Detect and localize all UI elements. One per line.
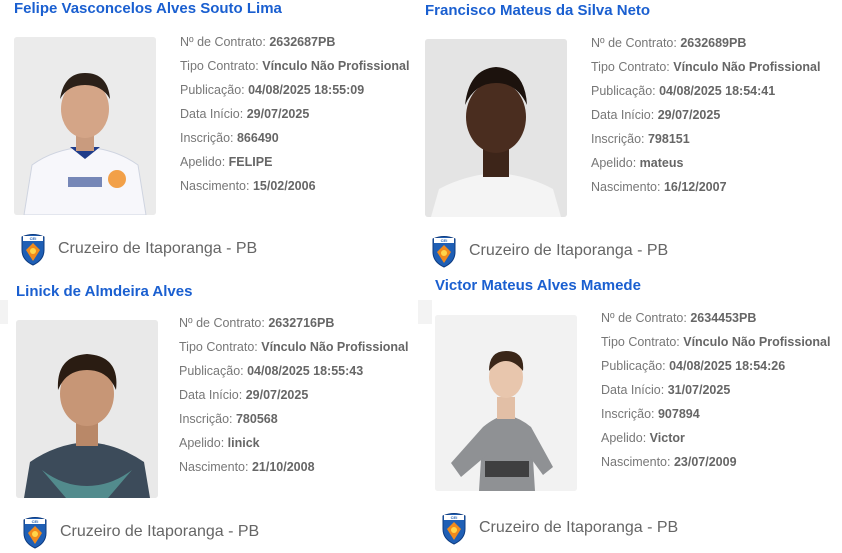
birthdate-value: 21/10/2008 [251,460,315,474]
contract-type-value: Vínculo Não Profissional [673,60,821,74]
registration-label: Inscrição: [179,412,233,426]
nickname-label: Apelido: [591,156,637,170]
publication-value: 04/08/2025 18:55:43 [247,364,364,378]
publication-value: 04/08/2025 18:54:26 [669,359,786,373]
birthdate-value: 15/02/2006 [252,179,316,193]
athlete-photo [14,37,156,215]
athlete-card: Felipe Vasconcelos Alves Souto Lima Nº d… [14,0,434,270]
contract-type-value: Vínculo Não Profissional [262,59,410,73]
athlete-details: Nº de Contrato: 2632687PB Tipo Contrato:… [180,30,409,198]
athlete-details: Nº de Contrato: 2632716PB Tipo Contrato:… [179,311,408,479]
nickname-label: Apelido: [601,431,647,445]
contract-value: 2632689PB [680,36,747,50]
contract-type-label: Tipo Contrato: [180,59,259,73]
athlete-card: Victor Mateus Alves Mamede Nº de Contrat… [435,277,842,547]
nickname-label: Apelido: [179,436,225,450]
birthdate-label: Nascimento: [179,460,249,474]
contract-value: 2634453PB [690,311,757,325]
club-crest-icon [22,515,48,549]
birthdate-label: Nascimento: [601,455,671,469]
start-date-value: 29/07/2025 [657,108,721,122]
athlete-details: Nº de Contrato: 2632689PB Tipo Contrato:… [591,31,820,199]
contract-type-value: Vínculo Não Profissional [683,335,831,349]
contract-value: 2632687PB [269,35,336,49]
nickname-value: mateus [639,156,684,170]
start-date-label: Data Início: [601,383,665,397]
nickname-label: Apelido: [180,155,226,169]
club-link[interactable]: Cruzeiro de Itaporanga - PB [20,232,257,266]
contract-type-label: Tipo Contrato: [179,340,258,354]
athlete-name-link[interactable]: Francisco Mateus da Silva Neto [425,2,650,19]
contract-type-label: Tipo Contrato: [591,60,670,74]
club-name: Cruzeiro de Itaporanga - PB [58,240,258,257]
publication-value: 04/08/2025 18:54:41 [659,84,776,98]
club-name: Cruzeiro de Itaporanga - PB [469,242,669,259]
registration-value: 907894 [657,407,700,421]
registration-label: Inscrição: [591,132,645,146]
start-date-label: Data Início: [591,108,655,122]
club-link[interactable]: Cruzeiro de Itaporanga - PB [441,511,678,545]
nickname-value: Victor [649,431,685,445]
start-date-value: 29/07/2025 [245,388,309,402]
publication-label: Publicação: [591,84,656,98]
contract-type-value: Vínculo Não Profissional [261,340,409,354]
club-name: Cruzeiro de Itaporanga - PB [479,519,679,536]
start-date-value: 31/07/2025 [667,383,731,397]
athlete-photo [435,315,577,491]
registration-value: 798151 [647,132,690,146]
contract-label: Nº de Contrato: [591,36,677,50]
club-crest-icon [431,234,457,268]
club-link[interactable]: Cruzeiro de Itaporanga - PB [22,515,259,549]
registration-value: 866490 [236,131,279,145]
birthdate-label: Nascimento: [591,180,661,194]
start-date-value: 29/07/2025 [246,107,310,121]
birthdate-label: Nascimento: [180,179,250,193]
publication-label: Publicação: [601,359,666,373]
club-name: Cruzeiro de Itaporanga - PB [60,523,260,540]
start-date-label: Data Início: [179,388,243,402]
nickname-value: FELIPE [228,155,273,169]
athlete-card: Linick de Almdeira Alves Nº de Contrato:… [16,283,436,553]
contract-value: 2632716PB [268,316,335,330]
registration-label: Inscrição: [180,131,234,145]
athlete-name-link[interactable]: Victor Mateus Alves Mamede [435,277,641,294]
registration-label: Inscrição: [601,407,655,421]
club-link[interactable]: Cruzeiro de Itaporanga - PB [431,234,668,268]
contract-type-label: Tipo Contrato: [601,335,680,349]
club-crest-icon [441,511,467,545]
athlete-photo [425,39,567,217]
contract-label: Nº de Contrato: [179,316,265,330]
divider [0,300,8,324]
birthdate-value: 16/12/2007 [663,180,727,194]
start-date-label: Data Início: [180,107,244,121]
athlete-name-link[interactable]: Linick de Almdeira Alves [16,283,192,300]
athlete-name-link[interactable]: Felipe Vasconcelos Alves Souto Lima [14,0,282,17]
registration-value: 780568 [235,412,278,426]
club-crest-icon [20,232,46,266]
athlete-photo [16,320,158,498]
athlete-details: Nº de Contrato: 2634453PB Tipo Contrato:… [601,306,830,474]
birthdate-value: 23/07/2009 [673,455,737,469]
publication-label: Publicação: [180,83,245,97]
publication-value: 04/08/2025 18:55:09 [248,83,365,97]
publication-label: Publicação: [179,364,244,378]
athlete-card: Francisco Mateus da Silva Neto Nº de Con… [425,2,842,272]
contract-label: Nº de Contrato: [180,35,266,49]
contract-label: Nº de Contrato: [601,311,687,325]
nickname-value: linick [227,436,260,450]
